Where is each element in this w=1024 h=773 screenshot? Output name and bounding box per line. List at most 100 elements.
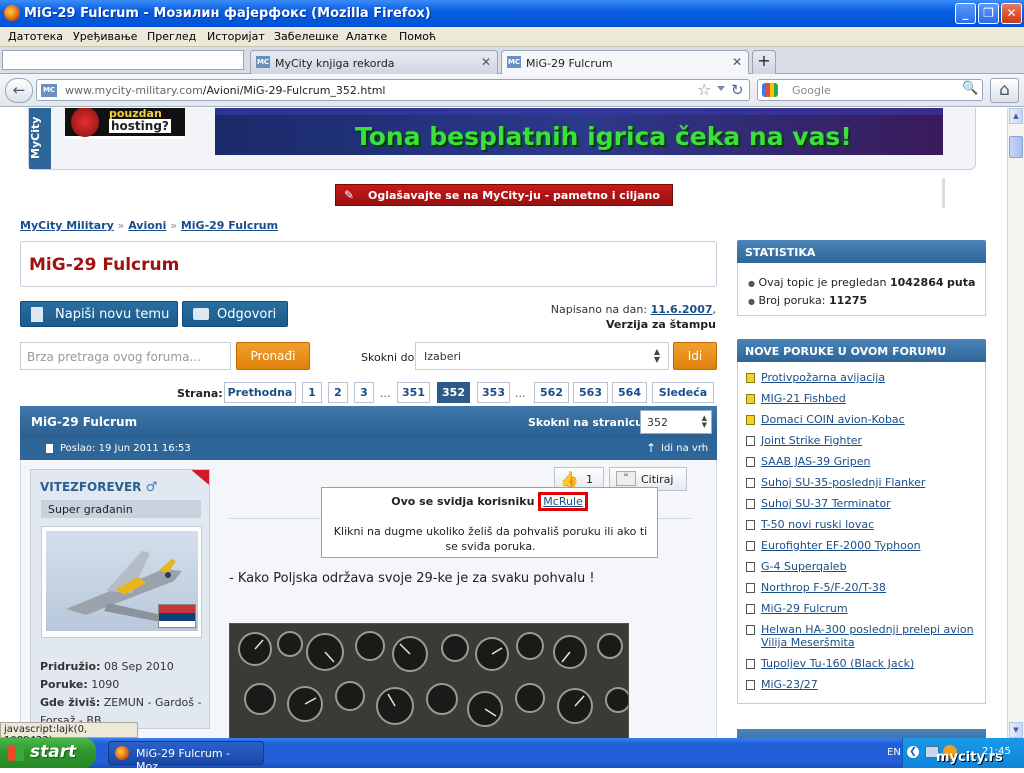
pager-page-562[interactable]: 562 — [534, 382, 569, 403]
close-tab-icon[interactable]: ✕ — [732, 55, 742, 69]
search-go-button[interactable]: Pronađi — [236, 342, 310, 370]
breadcrumb-mycity-military[interactable]: MyCity Military — [20, 219, 114, 232]
language-indicator[interactable]: EN — [887, 747, 901, 758]
new-tab-button[interactable]: + — [752, 50, 776, 74]
hosting-text-2: hosting? — [109, 119, 171, 133]
cockpit-image[interactable] — [229, 623, 629, 738]
jump-select[interactable]: Izaberi ▲ ▼ — [415, 342, 669, 370]
user-details: Pridružio: 08 Sep 2010 Poruke: 1090 Gde … — [40, 660, 202, 727]
start-button[interactable]: start — [0, 738, 96, 768]
stats-header: STATISTIKA — [737, 240, 986, 263]
reload-icon[interactable]: ↻ — [731, 81, 744, 99]
games-ad-banner[interactable]: Tona besplatnih igrica čeka na vas! — [215, 108, 943, 155]
new-post-item[interactable]: Northrop F-5/F-20/T-38 — [746, 581, 976, 594]
star-icon[interactable]: ☆ — [697, 80, 711, 99]
new-post-item[interactable]: Helwan HA-300 poslednji prelepi avion Vi… — [746, 623, 976, 649]
new-post-item[interactable]: G-4 Superqaleb — [746, 560, 976, 573]
menu-view[interactable]: Преглед — [147, 30, 196, 43]
hot-topic-icon — [746, 415, 755, 425]
dropdown-arrow-icon[interactable] — [717, 86, 725, 91]
updown-arrow-icon: ▲ ▼ — [701, 414, 707, 429]
back-icon[interactable]: ← — [5, 78, 33, 103]
menu-edit[interactable]: Уређивање — [73, 30, 137, 43]
new-post-label: Joint Strike Fighter — [761, 434, 863, 447]
close-button[interactable]: ✕ — [1001, 3, 1022, 24]
menu-tools[interactable]: Алатке — [346, 30, 387, 43]
tab-mig29[interactable]: MC MiG-29 Fulcrum ✕ — [501, 50, 749, 74]
jump-value: Izaberi — [424, 350, 462, 363]
written-date[interactable]: 11.6.2007 — [651, 303, 713, 316]
arrow-up-icon[interactable]: ↑ — [646, 441, 656, 455]
topic-icon — [746, 436, 755, 446]
scroll-thumb[interactable] — [1009, 136, 1023, 158]
new-post-item[interactable]: Suhoj SU-37 Terminator — [746, 497, 976, 510]
menu-file[interactable]: Датотека — [8, 30, 63, 43]
close-tab-icon[interactable]: ✕ — [481, 55, 491, 69]
tray-arrow-icon[interactable]: ❮ — [907, 746, 919, 758]
new-post-item[interactable]: Tupoljev Tu-160 (Black Jack) — [746, 657, 976, 670]
new-post-item[interactable]: Eurofighter EF-2000 Typhoon — [746, 539, 976, 552]
window-titlebar[interactable]: MiG-29 Fulcrum - Мозилин фајерфокс (Mozi… — [0, 0, 1024, 27]
hot-topic-icon — [746, 373, 755, 383]
print-version-link[interactable]: Verzija za štampu — [520, 318, 716, 331]
pager-page-564[interactable]: 564 — [612, 382, 647, 403]
maximize-button[interactable]: ❐ — [978, 3, 999, 24]
pager-prev[interactable]: Prethodna — [224, 382, 296, 403]
pager-page-2[interactable]: 2 — [328, 382, 348, 403]
reply-button[interactable]: Odgovori — [182, 301, 288, 327]
new-post-item[interactable]: T-50 novi ruski lovac — [746, 518, 976, 531]
pager-page-351[interactable]: 351 — [397, 382, 430, 403]
new-post-item[interactable]: SAAB JAS-39 Gripen — [746, 455, 976, 468]
new-post-item[interactable]: Joint Strike Fighter — [746, 434, 976, 447]
breadcrumb-sep: » — [117, 219, 125, 232]
pager-page-353[interactable]: 353 — [477, 382, 510, 403]
new-post-item[interactable]: Domaci COIN avion-Kobac — [746, 413, 976, 426]
taskbar: start MiG-29 Fulcrum - Moz... EN ❮ 21:45… — [0, 738, 1024, 773]
pager-next[interactable]: Sledeća — [652, 382, 714, 403]
google-icon[interactable] — [762, 83, 778, 97]
breadcrumb: MyCity Military » Avioni » MiG-29 Fulcru… — [20, 219, 278, 232]
scroll-up-icon[interactable]: ▲ — [1009, 108, 1023, 124]
topic-icon — [746, 583, 755, 593]
url-bar[interactable]: MC www.mycity-military.com/Avioni/MiG-29… — [36, 79, 750, 101]
home-icon[interactable]: ⌂ — [990, 78, 1019, 103]
thumbs-up-icon: 👍 — [560, 470, 579, 488]
username[interactable]: VITEZFOREVER ♂ — [40, 480, 157, 495]
pager-page-563[interactable]: 563 — [573, 382, 608, 403]
forum-search-input[interactable]: Brza pretraga ovog foruma... — [20, 342, 231, 370]
new-post-item[interactable]: MiG-23/27 — [746, 678, 976, 691]
toolbar-search-box[interactable] — [2, 50, 244, 70]
new-post-label: G-4 Superqaleb — [761, 560, 847, 573]
vertical-scrollbar[interactable]: ▲ ▼ — [1007, 108, 1024, 738]
menu-bookmarks[interactable]: Забелешке — [274, 30, 339, 43]
breadcrumb-mig29[interactable]: MiG-29 Fulcrum — [181, 219, 278, 232]
magnifier-icon[interactable]: 🔍 — [962, 81, 978, 96]
pager-page-3[interactable]: 3 — [354, 382, 374, 403]
new-topic-button[interactable]: Napiši novu temu — [20, 301, 178, 327]
pager-page-1[interactable]: 1 — [302, 382, 322, 403]
topic-icon — [746, 659, 755, 669]
jump-page-select[interactable]: 352 ▲ ▼ — [640, 410, 712, 434]
user-panel: VITEZFOREVER ♂ Super građanin Pridružio:… — [30, 469, 210, 729]
tab-knjiga-rekorda[interactable]: MC MyCity knjiga rekorda ✕ — [250, 50, 498, 74]
liker-link[interactable]: McRule — [538, 492, 588, 511]
jump-go-button[interactable]: Idi — [673, 342, 717, 370]
taskbar-item-label: MiG-29 Fulcrum - Moz... — [136, 747, 231, 773]
new-post-item[interactable]: MiG-29 Fulcrum — [746, 602, 976, 615]
new-post-item[interactable]: MIG-21 Fishbed — [746, 392, 976, 405]
to-top-link[interactable]: Idi na vrh — [661, 443, 708, 454]
bullet-icon: ● — [748, 297, 755, 306]
new-post-item[interactable]: Suhoj SU-35-poslednji Flanker — [746, 476, 976, 489]
menu-help[interactable]: Помоћ — [399, 30, 436, 43]
search-bar[interactable]: Google 🔍 — [757, 79, 983, 101]
hosting-ad[interactable]: pouzdan hosting? — [65, 108, 185, 139]
pager-page-352[interactable]: 352 — [437, 382, 470, 403]
breadcrumb-avioni[interactable]: Avioni — [128, 219, 166, 232]
new-posts-header: NOVE PORUKE U OVOM FORUMU — [737, 339, 986, 362]
minimize-button[interactable]: _ — [955, 3, 976, 24]
menu-history[interactable]: Историјат — [207, 30, 265, 43]
taskbar-firefox-item[interactable]: MiG-29 Fulcrum - Moz... — [108, 741, 264, 773]
advertise-button[interactable]: ✎ Oglašavajte se na MyCity-ju - pametno … — [335, 184, 673, 206]
new-post-item[interactable]: Protivpožarna avijacija — [746, 371, 976, 384]
scroll-down-icon[interactable]: ▼ — [1009, 722, 1023, 738]
